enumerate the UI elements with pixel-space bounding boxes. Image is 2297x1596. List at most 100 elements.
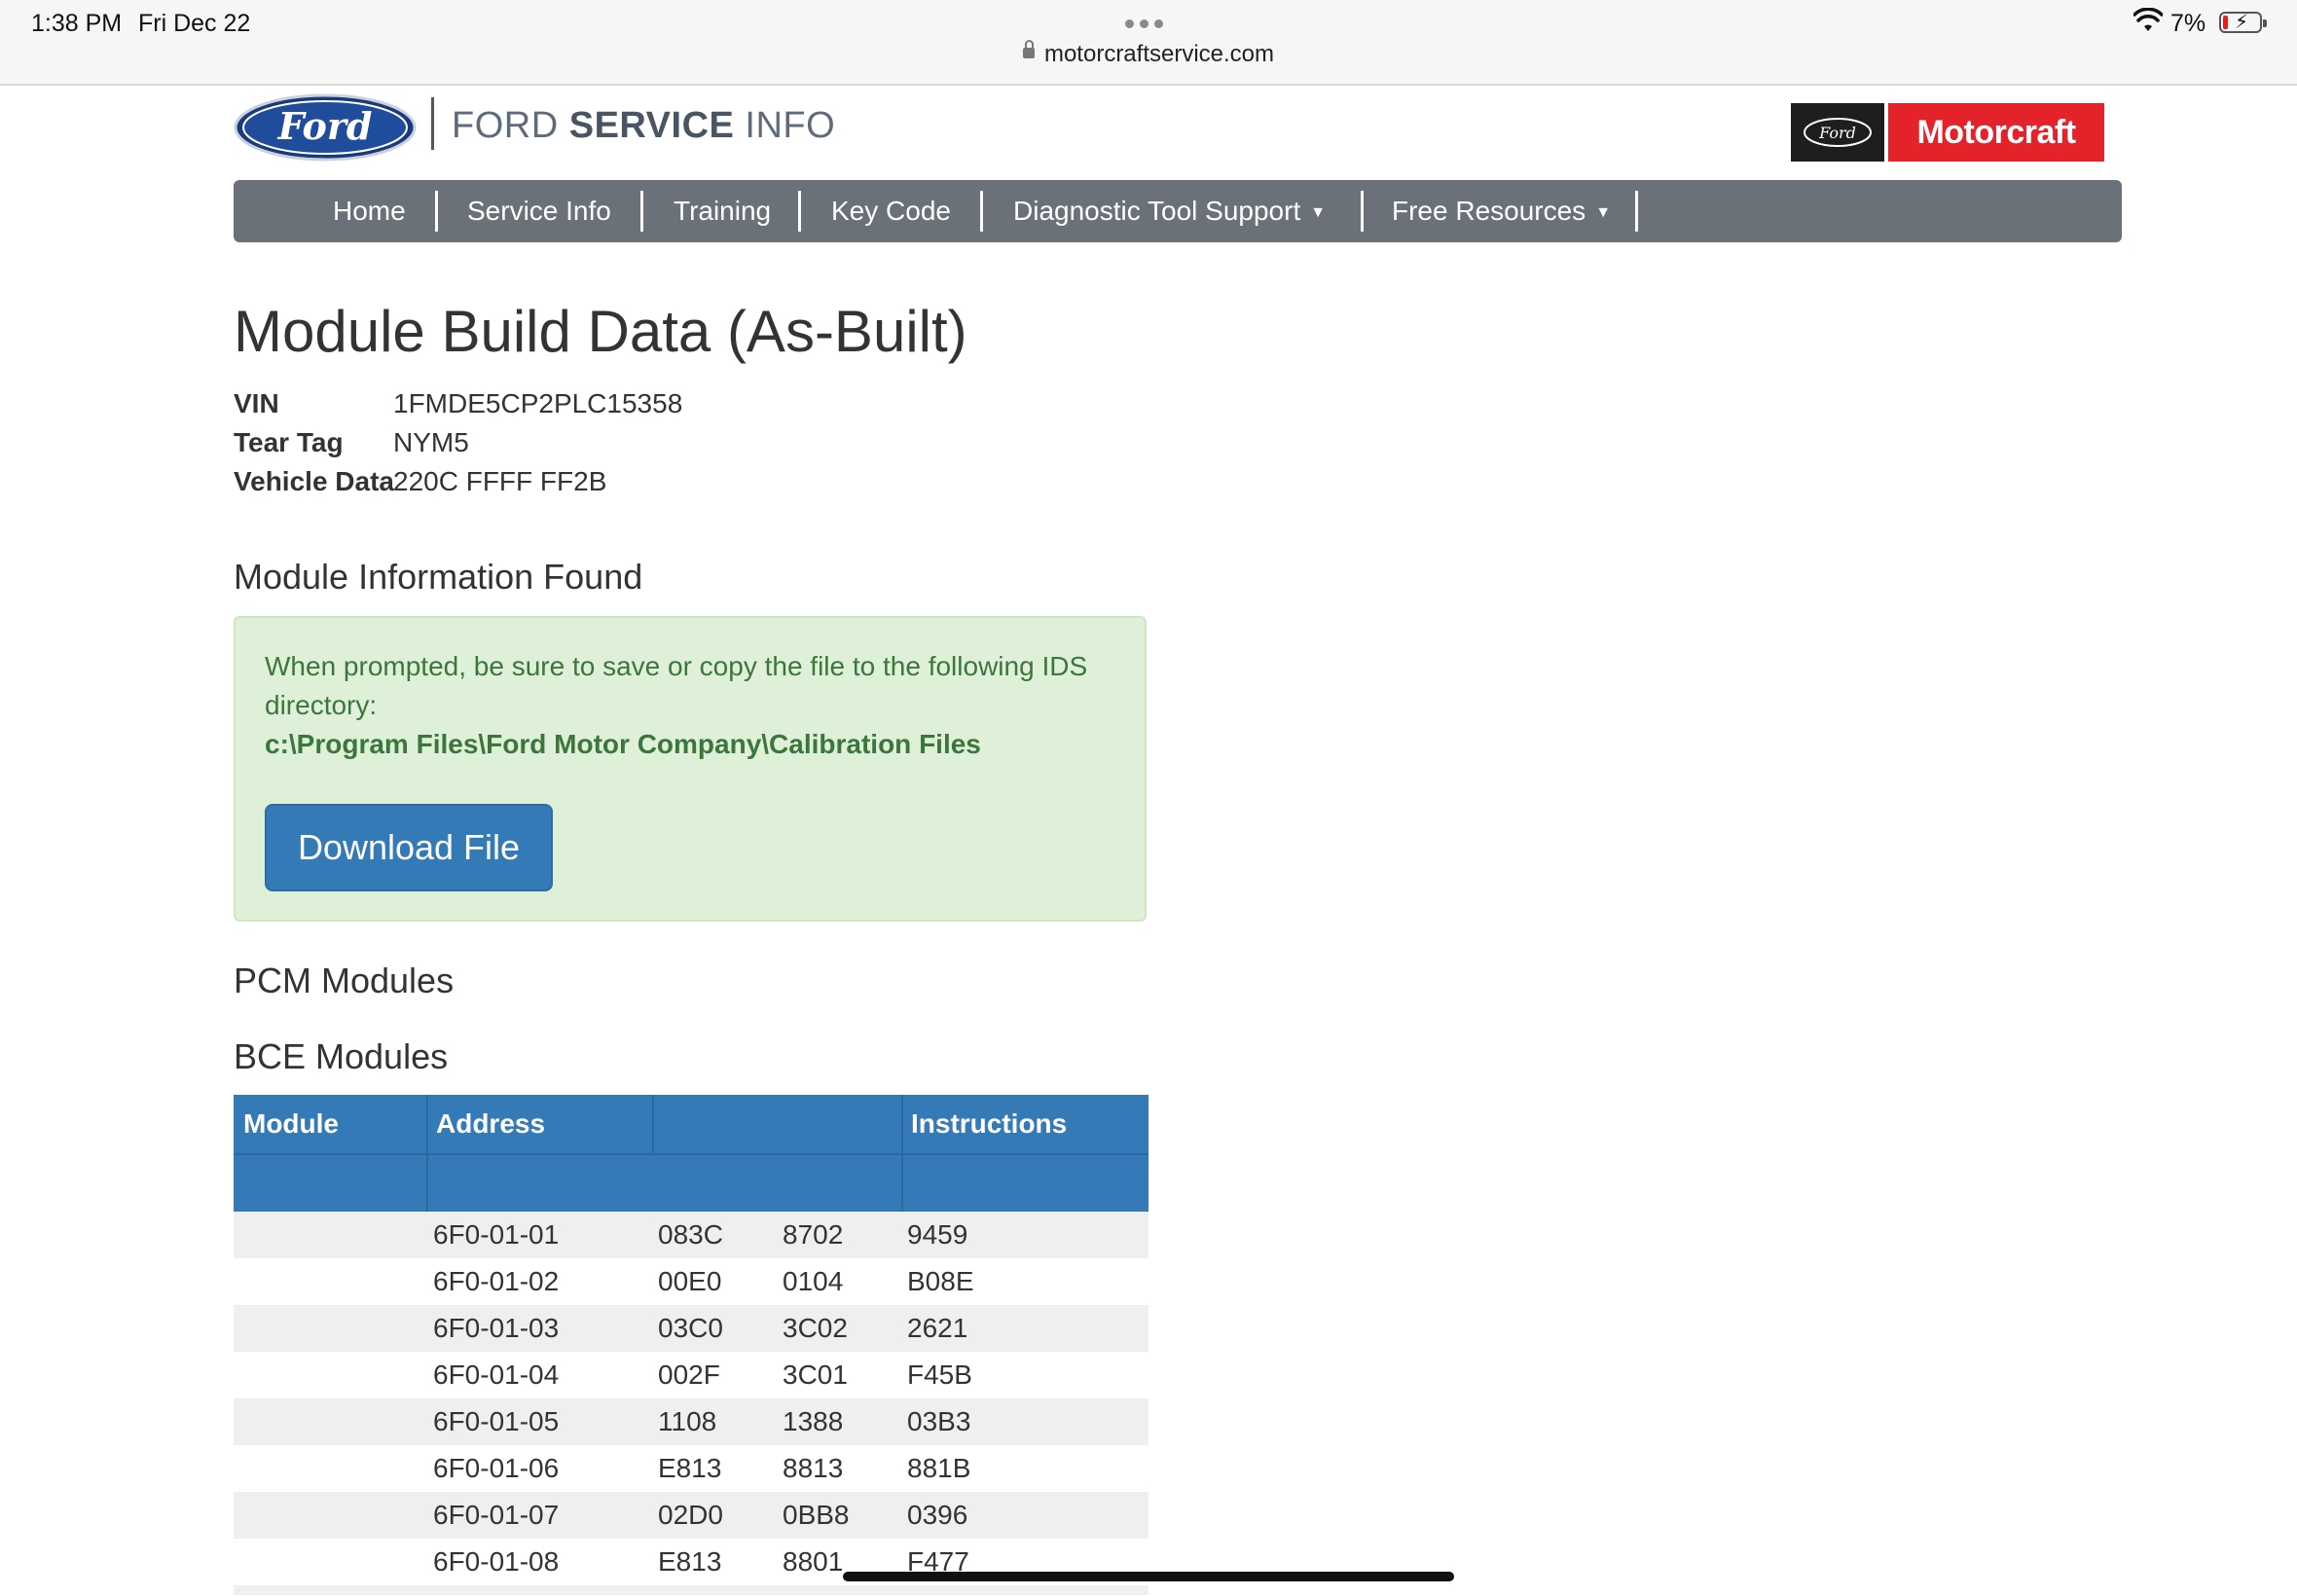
table-row: 6F0-01-03 03C0 3C02 2621: [234, 1305, 1148, 1352]
cell-value-3: 881B: [907, 1453, 971, 1483]
vin-value: 1FMDE5CP2PLC15358: [393, 388, 683, 418]
header-module: Module: [243, 1108, 339, 1139]
more-dots-icon[interactable]: [1125, 16, 1172, 28]
cell-address: 6F0-01-06: [433, 1453, 560, 1483]
header-address: Address: [436, 1108, 546, 1139]
header-divider: [901, 1155, 903, 1212]
site-title[interactable]: FORD SERVICE INFO: [452, 105, 835, 147]
cell-value-2: 1388: [783, 1406, 844, 1436]
nav-separator: [980, 191, 983, 232]
cell-value-3: B08E: [907, 1266, 974, 1296]
header-divider: [431, 97, 434, 150]
wifi-icon: [2133, 8, 2163, 31]
success-alert: When prompted, be sure to save or copy t…: [234, 616, 1147, 922]
cell-value-2: 8702: [783, 1219, 844, 1250]
battery-charging-icon: ⚡: [2219, 12, 2267, 33]
table-row: 6F0-01-06 E813 8813 881B: [234, 1445, 1148, 1492]
nav-free-resources-label: Free Resources: [1392, 196, 1586, 226]
cell-value-2: 0BB8: [783, 1500, 850, 1530]
nav-diagnostic-tool-support[interactable]: Diagnostic Tool Support ▼: [1013, 180, 1326, 242]
nav-diagnostic-label: Diagnostic Tool Support: [1013, 196, 1301, 226]
table-row: 6F0-01-05 1108 1388 03B3: [234, 1398, 1148, 1445]
ford-logo[interactable]: Ford: [234, 93, 417, 162]
browser-status-bar: 1:38 PM Fri Dec 22 motorcraftservice.com…: [0, 0, 2297, 86]
cell-address: 6F0-01-01: [433, 1219, 560, 1250]
nav-home[interactable]: Home: [333, 180, 406, 242]
cell-value-1: 03C0: [658, 1313, 723, 1343]
download-file-button[interactable]: Download File: [265, 804, 553, 891]
cell-value-1: 02D0: [658, 1500, 723, 1530]
nav-service-info[interactable]: Service Info: [467, 180, 611, 242]
motorcraft-logo[interactable]: Ford Motorcraft: [1791, 103, 2104, 162]
header-blank: [652, 1095, 901, 1153]
section-module-info-heading: Module Information Found: [234, 557, 643, 597]
chevron-down-icon: ▼: [1595, 204, 1612, 221]
motorcraft-ford-text: Ford: [1818, 124, 1856, 142]
cell-value-3: 0396: [907, 1500, 968, 1530]
header-divider: [426, 1155, 428, 1212]
site-title-bold: SERVICE: [568, 105, 735, 146]
address-bar[interactable]: motorcraftservice.com: [0, 40, 2297, 68]
site-title-end: INFO: [734, 105, 836, 146]
nav-training[interactable]: Training: [674, 180, 771, 242]
table-subheader-row: [234, 1153, 1148, 1212]
vehicle-data-label: Vehicle Data: [234, 466, 394, 496]
nav-separator: [798, 191, 801, 232]
cell-address: 6F0-01-08: [433, 1546, 560, 1577]
cell-value-1: 002F: [658, 1360, 720, 1390]
cell-address: 6F0-01-03: [433, 1313, 560, 1343]
motorcraft-wordmark: Motorcraft: [1888, 103, 2104, 162]
table-row: 6F0-01-07 02D0 0BB8 0396: [234, 1492, 1148, 1539]
main-nav: Home Service Info Training Key Code Diag…: [234, 180, 2122, 242]
battery-percent: 7%: [2170, 10, 2206, 37]
cell-value-1: 083C: [658, 1219, 723, 1250]
motorcraft-ford-mark: Ford: [1791, 103, 1884, 162]
nav-free-resources[interactable]: Free Resources ▼: [1392, 180, 1611, 242]
section-bce-heading: BCE Modules: [234, 1036, 449, 1076]
table-header-row: Module Address Instructions: [234, 1095, 1148, 1153]
header-instructions: Instructions: [911, 1108, 1068, 1139]
cell-value-3: 2621: [907, 1313, 968, 1343]
nav-separator: [640, 191, 643, 232]
table-row: 6F0-01-02 00E0 0104 B08E: [234, 1258, 1148, 1305]
cell-address: 6F0-01-07: [433, 1500, 560, 1530]
ford-oval-icon: Ford: [1804, 118, 1872, 147]
cell-value-2: 3C01: [783, 1360, 848, 1390]
address-bar-url: motorcraftservice.com: [1043, 41, 1275, 67]
lock-icon: [1022, 40, 1035, 59]
table-row: 6F0-01-04 002F 3C01 F45B: [234, 1352, 1148, 1398]
nav-separator: [1635, 191, 1638, 232]
chevron-down-icon: ▼: [1310, 204, 1327, 221]
cell-address: 6F0-01-04: [433, 1360, 560, 1390]
cell-value-3: 03B3: [907, 1406, 971, 1436]
cell-value-2: 0104: [783, 1266, 844, 1296]
cell-value-1: 1108: [658, 1406, 717, 1436]
status-time: 1:38 PM: [31, 10, 123, 37]
cell-value-2: 8813: [783, 1453, 844, 1483]
cell-value-1: E813: [658, 1546, 722, 1577]
cell-value-3: 9459: [907, 1219, 968, 1250]
alert-directory-path: c:\Program Files\Ford Motor Company\Cali…: [265, 729, 981, 759]
alert-message: When prompted, be sure to save or copy t…: [265, 651, 1088, 720]
tear-tag-value: NYM5: [393, 427, 469, 457]
site-title-light: FORD: [452, 105, 569, 146]
ford-logo-text: Ford: [277, 104, 373, 148]
nav-key-code[interactable]: Key Code: [831, 180, 951, 242]
table-row-partial: [234, 1585, 1148, 1595]
cell-value-1: 00E0: [658, 1266, 722, 1296]
bce-modules-table: Module Address Instructions 6F0-01-01 08…: [234, 1095, 1148, 1595]
vehicle-data-value: 220C FFFF FF2B: [393, 466, 607, 496]
table-row: 6F0-01-01 083C 8702 9459: [234, 1212, 1148, 1258]
nav-separator: [1361, 191, 1364, 232]
cell-value-3: F45B: [907, 1360, 972, 1390]
battery-level-fill: [2223, 16, 2228, 29]
home-indicator[interactable]: [843, 1572, 1454, 1581]
cell-value-1: E813: [658, 1453, 722, 1483]
tear-tag-label: Tear Tag: [234, 427, 344, 457]
status-date: Fri Dec 22: [138, 10, 251, 37]
vin-label: VIN: [234, 388, 279, 418]
section-pcm-heading: PCM Modules: [234, 961, 455, 1000]
page-title: Module Build Data (As-Built): [234, 299, 967, 364]
cell-value-2: 8801: [783, 1546, 844, 1577]
nav-separator: [435, 191, 438, 232]
